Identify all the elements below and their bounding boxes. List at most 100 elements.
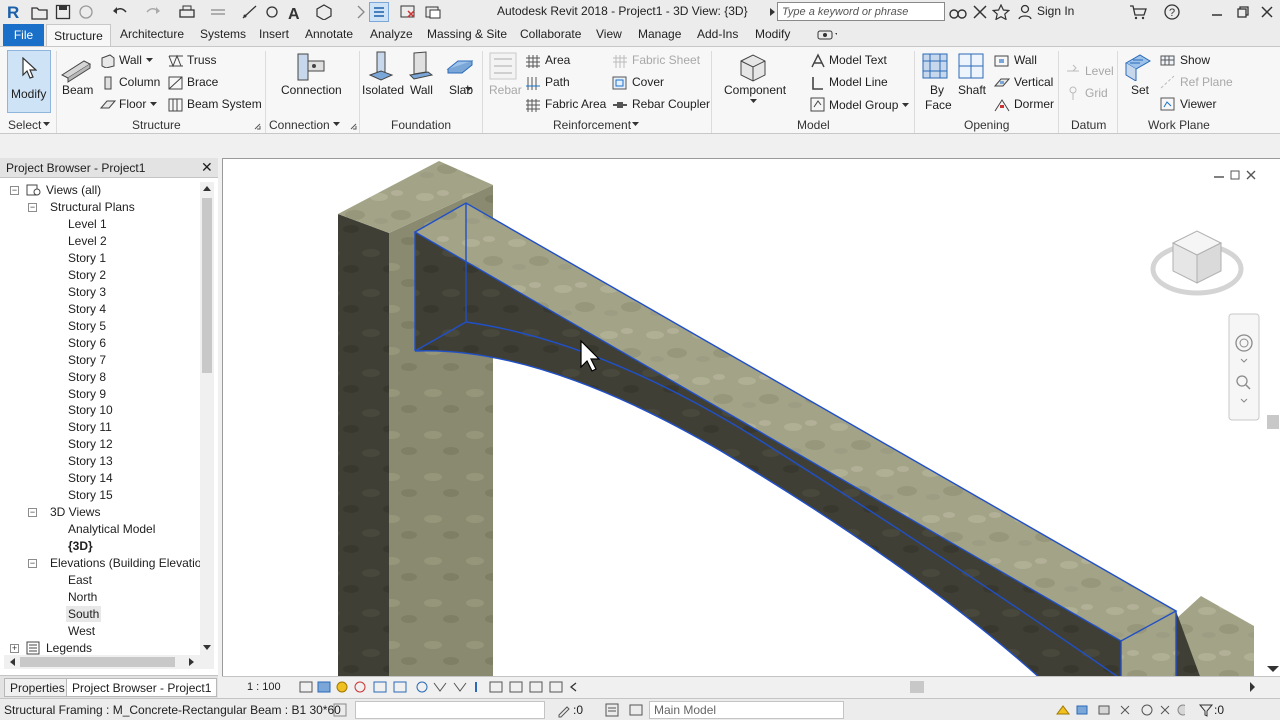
subscription-icon[interactable] xyxy=(970,2,990,22)
model-group-button[interactable]: Model Group xyxy=(829,98,898,112)
modify-button[interactable]: Modify xyxy=(7,50,51,113)
tab-massing-site[interactable]: Massing & Site xyxy=(427,27,507,41)
dropdown-arrow-icon[interactable] xyxy=(632,122,640,128)
dormer-button[interactable]: Dormer xyxy=(1014,97,1054,111)
workset-dropdown[interactable] xyxy=(355,701,545,719)
dropdown-arrow-icon[interactable] xyxy=(150,102,158,108)
main-model-dropdown[interactable]: Main Model xyxy=(649,701,844,719)
tree-plan-item[interactable]: Story 6 xyxy=(68,335,106,351)
floor-button[interactable]: Floor xyxy=(119,97,146,111)
beam-system-button[interactable]: Beam System xyxy=(187,97,262,111)
collapse-toggle[interactable]: − xyxy=(28,559,37,568)
view-window-controls[interactable] xyxy=(1214,170,1256,180)
level-button[interactable]: Level xyxy=(1085,64,1114,78)
undo-icon[interactable] xyxy=(110,2,130,22)
component-button[interactable]: Component xyxy=(724,83,786,97)
dialog-launcher-icon[interactable] xyxy=(254,123,261,130)
3d-model-canvas[interactable] xyxy=(223,159,1280,679)
tab-project-browser[interactable]: Project Browser - Project1 xyxy=(66,678,218,697)
fabric-sheet-button[interactable]: Fabric Sheet xyxy=(632,53,700,67)
tab-analyze[interactable]: Analyze xyxy=(370,27,413,41)
3d-viewport[interactable] xyxy=(222,158,1280,698)
close-hidden-windows-icon[interactable] xyxy=(398,2,418,22)
tree-elevations[interactable]: Elevations (Building Elevation xyxy=(50,555,200,571)
close-icon[interactable] xyxy=(1257,2,1277,22)
tree-plan-item[interactable]: Story 4 xyxy=(68,301,106,317)
tree-plan-item[interactable]: Story 14 xyxy=(68,470,113,486)
tree-plan-item[interactable]: Story 10 xyxy=(68,402,113,418)
collapse-toggle[interactable]: − xyxy=(10,186,19,195)
tab-collaborate[interactable]: Collaborate xyxy=(520,27,581,41)
selection-options-icons[interactable] xyxy=(1055,702,1185,718)
set-workplane-icon[interactable] xyxy=(1123,51,1153,81)
model-line-button[interactable]: Model Line xyxy=(829,75,888,89)
scroll-left-icon[interactable] xyxy=(10,658,16,666)
cart-icon[interactable] xyxy=(1128,2,1148,22)
tree-plan-item[interactable]: Story 1 xyxy=(68,250,106,266)
tree-plan-item[interactable]: Story 15 xyxy=(68,487,113,503)
tag-icon[interactable] xyxy=(262,2,282,22)
tab-structure[interactable]: Structure xyxy=(46,24,111,47)
navigation-bar[interactable] xyxy=(1228,313,1260,421)
collapse-toggle[interactable]: − xyxy=(28,203,37,212)
save-icon[interactable] xyxy=(53,2,73,22)
isolated-button[interactable]: Isolated xyxy=(362,83,404,97)
close-icon[interactable]: ✕ xyxy=(201,159,213,176)
tree-legends[interactable]: Legends xyxy=(46,640,92,656)
tree-elevation-item[interactable]: West xyxy=(68,623,95,639)
tree-plan-item[interactable]: Story 9 xyxy=(68,386,106,402)
grid-button[interactable]: Grid xyxy=(1085,86,1108,100)
structural-wall-button[interactable]: Wall xyxy=(119,53,142,67)
shaft-icon[interactable] xyxy=(956,51,986,81)
dropdown-arrow-icon[interactable] xyxy=(465,87,473,93)
aligned-dimension-icon[interactable] xyxy=(240,2,260,22)
tree-views-all[interactable]: Views (all) xyxy=(46,182,101,198)
section-icon[interactable] xyxy=(348,2,368,22)
measure-icon[interactable] xyxy=(208,2,228,22)
tab-annotate[interactable]: Annotate xyxy=(305,27,353,41)
view-scale[interactable]: 1 : 100 xyxy=(247,681,281,693)
tree-plan-item[interactable]: Level 2 xyxy=(68,233,107,249)
sync-icon[interactable] xyxy=(76,2,96,22)
show-button[interactable]: Show xyxy=(1180,53,1210,67)
dialog-launcher-icon[interactable] xyxy=(350,123,357,130)
column-button[interactable]: Column xyxy=(119,75,160,89)
vertical-button[interactable]: Vertical xyxy=(1014,75,1053,89)
binoculars-icon[interactable] xyxy=(948,2,968,22)
wall-foundation-button[interactable]: Wall xyxy=(410,83,433,97)
thin-lines-icon[interactable] xyxy=(369,2,389,22)
design-options-icon[interactable] xyxy=(604,702,620,718)
tab-modify[interactable]: Modify xyxy=(755,27,790,41)
tree-elevation-item-selected[interactable]: South xyxy=(66,606,102,622)
text-icon[interactable]: A xyxy=(285,2,305,22)
brace-button[interactable]: Brace xyxy=(187,75,218,89)
tree-plan-item[interactable]: Story 12 xyxy=(68,436,113,452)
scroll-thumb[interactable] xyxy=(20,657,175,667)
by-face-button-line1[interactable]: By xyxy=(930,83,944,97)
set-button[interactable]: Set xyxy=(1131,83,1149,97)
panel-reinforcement[interactable]: Reinforcement xyxy=(553,118,631,132)
tree-plan-item[interactable]: Story 5 xyxy=(68,318,106,334)
path-button[interactable]: Path xyxy=(545,75,570,89)
dropdown-arrow-icon[interactable] xyxy=(146,58,154,64)
scroll-down-icon[interactable] xyxy=(1267,666,1279,672)
tab-insert[interactable]: Insert xyxy=(259,27,289,41)
slab-icon[interactable] xyxy=(446,55,474,79)
scroll-right-icon[interactable] xyxy=(1250,682,1256,692)
vertical-scrollbar[interactable] xyxy=(200,182,214,657)
haunched-concrete-beam[interactable] xyxy=(413,202,1201,679)
model-text-button[interactable]: Model Text xyxy=(829,53,887,67)
component-icon[interactable] xyxy=(737,51,769,83)
shaft-button[interactable]: Shaft xyxy=(958,83,986,97)
fabric-area-button[interactable]: Fabric Area xyxy=(545,97,606,111)
panel-connection[interactable]: Connection xyxy=(269,118,330,132)
scroll-up-icon[interactable] xyxy=(203,186,211,192)
tree-plan-item[interactable]: Story 8 xyxy=(68,369,106,385)
horizontal-scroll-thumb[interactable] xyxy=(910,681,924,693)
horizontal-scrollbar[interactable] xyxy=(4,655,214,669)
opening-by-face-icon[interactable] xyxy=(920,51,950,81)
search-input[interactable] xyxy=(777,2,945,21)
dropdown-arrow-icon[interactable] xyxy=(43,122,51,128)
tree-elevation-item[interactable]: North xyxy=(68,589,97,605)
favorites-star-icon[interactable] xyxy=(991,2,1011,22)
